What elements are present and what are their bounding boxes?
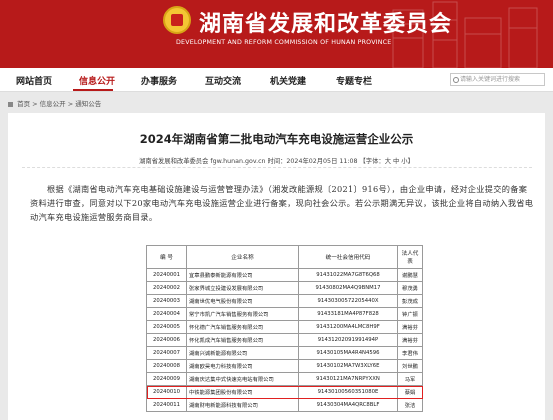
breadcrumb-notice[interactable]: 通知公告 (75, 100, 101, 108)
breadcrumb-home[interactable]: 首页 (17, 100, 30, 108)
table-row: 20240006 怀化凯成汽车销售服务有限公司 91431202091991494P… (146, 333, 423, 347)
cell-number: 20240003 (146, 294, 187, 308)
nav-item-interaction[interactable]: 互动交流 (205, 74, 241, 87)
table-row: 20240011 湖南财电新能源科技有限公司 91430304MA4QRC8BLF 张… (146, 398, 423, 412)
table-header-row: 编 号 企业名称 统一社会信用代码 法人代表 (146, 245, 423, 269)
cell-legal-rep: 马军 (397, 372, 423, 386)
cell-company: 湖南财电新能源科技有限公司 (186, 398, 299, 412)
cell-credit-code: 91430802MA4Q9BNM17 (298, 281, 398, 295)
col-header-company: 企业名称 (186, 245, 299, 269)
site-header: 湖南省发展和改革委员会 DEVELOPMENT AND REFORM COMMI… (0, 0, 553, 68)
cell-legal-rep: 钟广振 (397, 307, 423, 321)
col-header-number: 编 号 (146, 245, 187, 269)
nav-active-indicator (73, 89, 113, 91)
table-row: 20240004 常宁市凯广汽车销售服务有限公司 91433181MA4P87F82… (146, 307, 423, 321)
cell-company: 宜章县鹏泰新能源有限公司 (186, 268, 299, 282)
cell-credit-code: 91430121MA7NRPYXXN (298, 372, 398, 386)
table-row: 20240005 怀化德广汽车销售服务有限公司 91431200MA4LMC8H9F… (146, 320, 423, 334)
cell-legal-rep: 满裕芬 (397, 320, 423, 334)
cell-legal-rep: 张洁 (397, 398, 423, 412)
national-emblem-icon (163, 6, 191, 34)
cell-legal-rep: 刘世鹏 (397, 359, 423, 373)
home-icon (8, 101, 13, 107)
cell-legal-rep: 李君伟 (397, 346, 423, 360)
site-subtitle: DEVELOPMENT AND REFORM COMMISSION OF HUN… (176, 39, 392, 46)
cell-company: 湖南兴诚新能源有限公司 (186, 346, 299, 360)
breadcrumb-info[interactable]: 信息公开 (40, 100, 66, 108)
cell-company: 湖南欧昊电力科技有限公司 (186, 359, 299, 373)
cell-credit-code: 91431200MA4LMC8H9F (298, 320, 398, 334)
main-nav: 网站首页 信息公开 办事服务 互动交流 机关党建 专题专栏 请输入关键词进行搜索 (0, 68, 553, 92)
cell-company: 湖南庆达集中式快速充电站有限公司 (186, 372, 299, 386)
table-row: 20240003 湖南世优电气股份有限公司 91430300572205440X 彭茂… (146, 294, 423, 308)
col-header-credit-code: 统一社会信用代码 (298, 245, 398, 269)
col-header-legal-rep: 法人代表 (397, 245, 423, 269)
search-placeholder: 请输入关键词进行搜索 (460, 76, 521, 83)
cell-credit-code: 91430105MA4R4N4596 (298, 346, 398, 360)
article-paragraph: 根据《湖南省电动汽车充电基础设施建设与运营管理办法》（湘发改能源规〔2021〕9… (30, 184, 534, 222)
cell-company: 常宁市凯广汽车销售服务有限公司 (186, 307, 299, 321)
cell-company: 怀化德广汽车销售服务有限公司 (186, 320, 299, 334)
cell-company: 湖南世优电气股份有限公司 (186, 294, 299, 308)
search-input[interactable]: 请输入关键词进行搜索 (450, 73, 545, 86)
table-row: 20240001 宜章县鹏泰新能源有限公司 91431022MA7G8T6Q68 谢鹏… (146, 268, 423, 282)
cell-company: 中铁能源集团股份有限公司 (186, 385, 299, 399)
cell-number: 20240011 (146, 398, 187, 412)
cell-legal-rep: 穆茂勇 (397, 281, 423, 295)
cell-legal-rep: 谢鹏慧 (397, 268, 423, 282)
cell-legal-rep: 满裕芬 (397, 333, 423, 347)
site-title: 湖南省发展和改革委员会 (199, 11, 453, 37)
cell-number: 20240004 (146, 307, 187, 321)
cell-number: 20240001 (146, 268, 187, 282)
nav-item-home[interactable]: 网站首页 (16, 74, 52, 87)
cell-credit-code: 91430100560351080E (298, 385, 398, 399)
cell-legal-rep: 蔡娟 (397, 385, 423, 399)
table-row: 20240007 湖南兴诚新能源有限公司 91430105MA4R4N4596 李君伟 (146, 346, 423, 360)
nav-item-services[interactable]: 办事服务 (141, 74, 177, 87)
nav-item-party-building[interactable]: 机关党建 (270, 74, 306, 87)
cell-credit-code: 91431022MA7G8T6Q68 (298, 268, 398, 282)
meta-divider (22, 167, 532, 168)
enterprise-table: 编 号 企业名称 统一社会信用代码 法人代表 20240001 宜章县鹏泰新能源有… (146, 245, 423, 412)
cell-number: 20240010 (146, 385, 187, 399)
article-panel: 2024年湖南省第二批电动汽车充电设施运营企业公示 湖南省发展和改革委员会 fg… (8, 113, 545, 420)
nav-item-info-disclosure[interactable]: 信息公开 (79, 74, 115, 87)
table-row: 20240002 张家界城立投建设发展有限公司 91430802MA4Q9BNM17… (146, 281, 423, 295)
cell-number: 20240002 (146, 281, 187, 295)
table-row: 20240008 湖南欧昊电力科技有限公司 91430102MA7W3XLY6E 刘世… (146, 359, 423, 373)
cell-company: 张家界城立投建设发展有限公司 (186, 281, 299, 295)
search-icon[interactable] (453, 77, 459, 83)
cell-number: 20240005 (146, 320, 187, 334)
table-row: 20240009 湖南庆达集中式快速充电站有限公司 91430121MA7NRPYX… (146, 372, 423, 386)
cell-number: 20240006 (146, 333, 187, 347)
cell-number: 20240009 (146, 372, 187, 386)
cell-credit-code: 91433181MA4P87F828 (298, 307, 398, 321)
cell-number: 20240008 (146, 359, 187, 373)
cell-legal-rep: 彭茂成 (397, 294, 423, 308)
cell-number: 20240007 (146, 346, 187, 360)
article-title: 2024年湖南省第二批电动汽车充电设施运营企业公示 (139, 132, 414, 146)
nav-item-special-topics[interactable]: 专题专栏 (336, 74, 372, 87)
cell-company: 怀化凯成汽车销售服务有限公司 (186, 333, 299, 347)
article-meta: 湖南省发展和改革委员会 fgw.hunan.gov.cn 时间：2024年02月… (139, 158, 414, 165)
cell-credit-code: 91430300572205440X (298, 294, 398, 308)
cell-credit-code: 91431202091991494P (298, 333, 398, 347)
table-row: 20240010 中铁能源集团股份有限公司 91430100560351080E 蔡娟 (146, 385, 423, 399)
breadcrumb: 首页 > 信息公开 > 通知公告 (8, 98, 101, 108)
cell-credit-code: 91430102MA7W3XLY6E (298, 359, 398, 373)
cell-credit-code: 91430304MA4QRC8BLF (298, 398, 398, 412)
